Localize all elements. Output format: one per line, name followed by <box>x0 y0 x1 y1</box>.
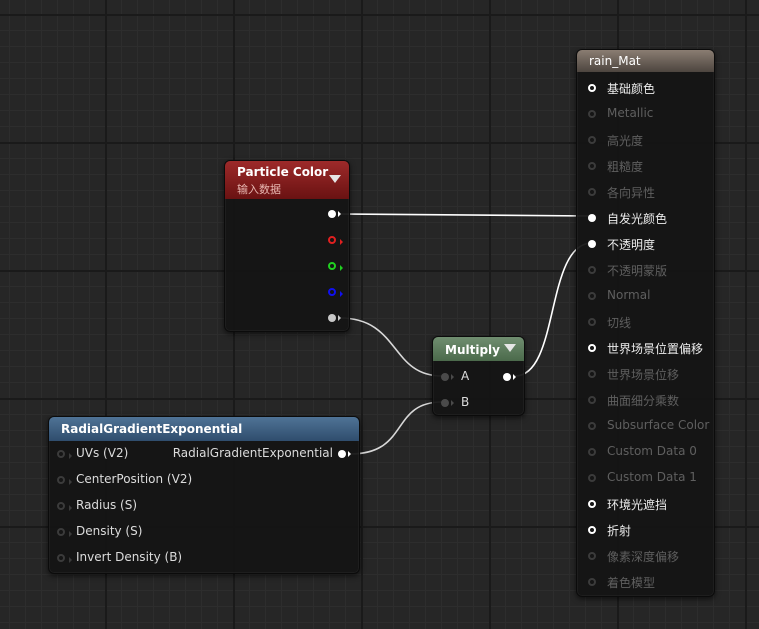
material-input-pin[interactable] <box>588 552 596 560</box>
invert-density-label: Invert Density (B) <box>76 550 183 564</box>
material-result-node[interactable]: rain_Mat 基础颜色 Metallic 高光度粗糙度各向异性自发光颜色不透明度… <box>576 49 715 597</box>
material-input-label: 自发光颜色 <box>607 212 668 226</box>
material-input-pin[interactable] <box>588 110 596 118</box>
material-input-label: Custom Data 0 <box>607 444 697 458</box>
material-input-label: 曲面细分乘数 <box>607 394 680 408</box>
output-green-pin[interactable] <box>328 262 343 271</box>
material-input-pin[interactable] <box>588 396 596 404</box>
uvs-label: UVs (V2) <box>76 446 129 460</box>
input-b-label: B <box>461 395 470 409</box>
material-input-label: 高光度 <box>607 134 644 148</box>
radial-output-pin[interactable] <box>338 450 351 458</box>
material-input-pin[interactable] <box>588 214 596 222</box>
output-rgb-pin[interactable] <box>328 210 341 218</box>
center-position-pin[interactable] <box>57 476 72 485</box>
radius-pin[interactable] <box>57 502 72 511</box>
density-pin[interactable] <box>57 528 72 537</box>
material-input-pin[interactable] <box>588 422 596 430</box>
material-input-pin[interactable] <box>588 318 596 326</box>
wire-radial-to-multiply-b <box>349 401 443 455</box>
center-position-label: CenterPosition (V2) <box>76 472 193 486</box>
material-input-pin[interactable] <box>588 266 596 274</box>
material-input-label: 环境光遮挡 <box>607 498 668 512</box>
particle-color-node[interactable]: Particle Color 输入数据 <box>224 160 350 332</box>
material-input-label: 世界场景位移 <box>607 368 680 382</box>
material-input-pin[interactable] <box>588 136 596 144</box>
material-input-pin[interactable] <box>588 162 596 170</box>
material-input-label: 像素深度偏移 <box>607 550 680 564</box>
chevron-down-icon[interactable] <box>329 175 341 183</box>
material-input-label: 折射 <box>607 524 632 538</box>
material-input-label: Subsurface Color <box>607 418 710 432</box>
radial-output-label: RadialGradientExponential <box>172 446 333 460</box>
material-input-pin[interactable] <box>588 526 596 534</box>
uvs-pin[interactable] <box>57 450 72 459</box>
radial-gradient-header[interactable]: RadialGradientExponential <box>49 417 359 441</box>
density-label: Density (S) <box>76 524 143 538</box>
material-header[interactable]: rain_Mat <box>577 50 714 72</box>
material-input-label: 不透明度 <box>607 238 656 252</box>
particle-color-subtitle: 输入数据 <box>237 183 281 196</box>
multiply-output-pin[interactable] <box>503 373 516 381</box>
particle-color-title: Particle Color <box>237 165 329 179</box>
material-input-pin[interactable] <box>588 240 596 248</box>
material-input-label: 基础颜色 <box>607 82 656 96</box>
multiply-node[interactable]: Multiply A B <box>432 336 525 416</box>
input-b-pin[interactable] <box>441 399 454 407</box>
material-input-label: 世界场景位置偏移 <box>607 342 704 356</box>
multiply-header[interactable]: Multiply <box>433 337 524 361</box>
material-input-label: Custom Data 1 <box>607 470 697 484</box>
radius-label: Radius (S) <box>76 498 138 512</box>
output-alpha-pin[interactable] <box>328 314 341 322</box>
material-input-pin[interactable] <box>588 474 596 482</box>
invert-density-pin[interactable] <box>57 554 72 563</box>
material-input-pin[interactable] <box>588 292 596 300</box>
radial-gradient-node[interactable]: RadialGradientExponential UVs (V2) Cente… <box>48 416 360 574</box>
chevron-down-icon[interactable] <box>504 344 516 352</box>
input-a-label: A <box>461 369 470 383</box>
material-title: rain_Mat <box>589 54 641 68</box>
material-input-label: 切线 <box>607 316 632 330</box>
material-input-label: 粗糙度 <box>607 160 644 174</box>
material-input-pin[interactable] <box>588 188 596 196</box>
material-input-pin[interactable] <box>588 344 596 352</box>
material-input-label: 不透明蒙版 <box>607 264 668 278</box>
material-input-label: Normal <box>607 288 651 302</box>
material-input-pin[interactable] <box>588 84 596 92</box>
material-input-label: Metallic <box>607 106 654 120</box>
multiply-title: Multiply <box>445 343 500 357</box>
radial-gradient-title: RadialGradientExponential <box>61 422 243 436</box>
material-input-pin[interactable] <box>588 370 596 378</box>
input-a-pin[interactable] <box>441 373 454 381</box>
wire-particle-alpha-to-multiply-a <box>339 317 443 377</box>
output-blue-pin[interactable] <box>328 288 343 297</box>
material-input-pin[interactable] <box>588 448 596 456</box>
material-input-pin[interactable] <box>588 578 596 586</box>
material-input-pin[interactable] <box>588 500 596 508</box>
particle-color-header[interactable]: Particle Color 输入数据 <box>225 161 349 199</box>
wire-particle-to-emissive <box>339 213 593 217</box>
output-red-pin[interactable] <box>328 236 343 245</box>
material-input-label: 各向异性 <box>607 186 656 200</box>
material-input-label: 着色模型 <box>607 576 656 590</box>
